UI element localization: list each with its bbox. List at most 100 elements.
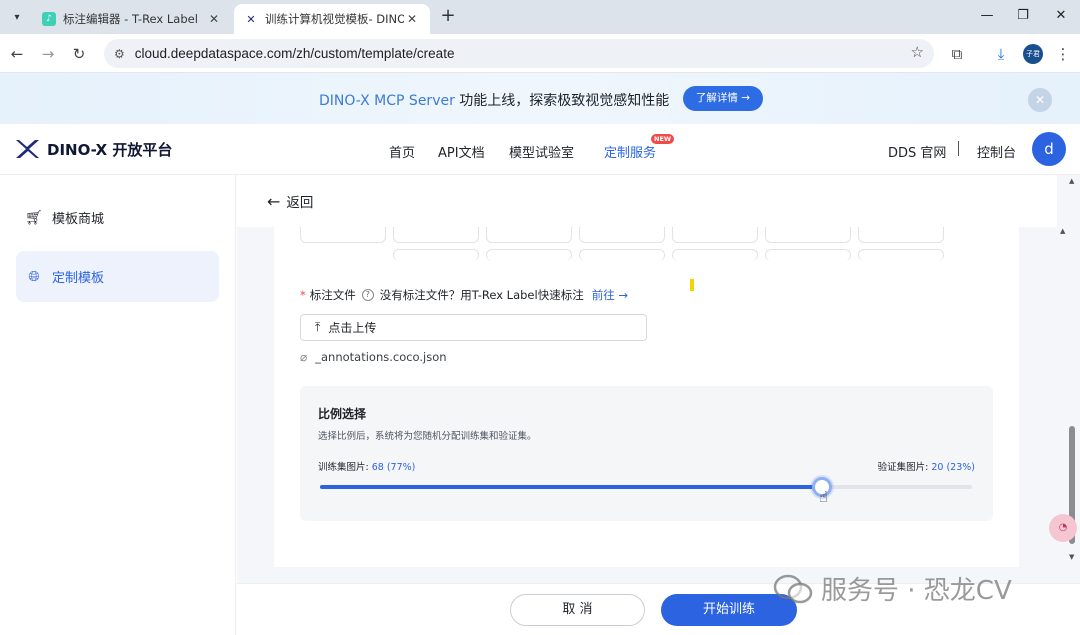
close-window-icon[interactable]: ✕	[1049, 8, 1073, 26]
sidebar-item-custom-template[interactable]: 🌐︎ 定制模板	[16, 251, 219, 302]
header-divider	[958, 141, 959, 156]
cursor-highlight-mark	[690, 279, 694, 291]
back-arrow-icon: ←	[267, 191, 281, 211]
image-thumbnail[interactable]	[672, 227, 758, 243]
sidebar-item-label: 模板商城	[52, 212, 105, 227]
bookmark-star-icon[interactable]: ☆	[911, 43, 924, 61]
restore-window-icon[interactable]: ❐	[1011, 8, 1035, 26]
extensions-puzzle-icon[interactable]: ⧉	[946, 43, 968, 65]
image-thumbnail[interactable]	[672, 249, 758, 261]
user-avatar[interactable]: d	[1032, 132, 1066, 166]
image-thumbnail[interactable]	[765, 227, 851, 243]
announcement-banner: DINO-X MCP Server 功能上线，探索极致视觉感知性能 了解详情 →…	[0, 73, 1080, 124]
browser-tab-dino-x[interactable]: ✕ 训练计算机视觉模板- DINO-X ✕	[234, 4, 430, 34]
annotation-field-label: * 标注文件 ? 没有标注文件？用T-Rex Label快速标注 前往 →	[300, 287, 628, 303]
val-set-label: 验证集图片: 20 (23%)	[878, 459, 975, 473]
ratio-title: 比例选择	[318, 407, 367, 421]
site-info-icon[interactable]: ⚙	[114, 47, 125, 61]
logo-text: DINO-X 开放平台	[47, 140, 173, 159]
nav-api-docs[interactable]: API文档	[438, 142, 485, 161]
site-logo[interactable]: DINO-X 开放平台	[14, 138, 172, 160]
dds-official-link[interactable]: DDS 官网	[888, 142, 946, 161]
close-tab-icon[interactable]: ✕	[404, 12, 420, 26]
address-bar[interactable]: ⚙ cloud.deepdataspace.com/zh/custom/temp…	[104, 39, 934, 68]
nav-custom-service[interactable]: 定制服务	[604, 142, 656, 161]
upload-button[interactable]: ⤒ 点击上传	[300, 314, 647, 341]
scroll-down-arrow-icon[interactable]: ▼	[1069, 553, 1074, 561]
required-mark: *	[300, 288, 306, 302]
scroll-up-arrow-icon[interactable]: ▲	[1060, 227, 1065, 235]
val-label-text: 验证集图片:	[877, 462, 932, 473]
download-icon[interactable]: ⤓	[990, 43, 1012, 65]
train-label-text: 训练集图片:	[318, 462, 372, 473]
dino-x-logo-icon	[16, 140, 39, 158]
reload-icon[interactable]: ↻	[68, 43, 90, 65]
paperclip-icon: ⌀	[300, 350, 308, 364]
left-sidebar: 🛒︎ 模板商城 🌐︎ 定制模板	[0, 175, 236, 635]
hand-cursor-icon: ☝︎	[819, 488, 829, 506]
scroll-up-arrow-icon[interactable]: ▲	[1069, 177, 1074, 185]
tab-search-chevron-icon[interactable]: ▾	[6, 7, 28, 27]
image-thumbnail[interactable]	[765, 249, 851, 261]
train-set-label: 训练集图片: 68 (77%)	[318, 459, 415, 473]
watermark: 服务号 · 恐龙CV	[773, 570, 1012, 607]
sidebar-item-template-store[interactable]: 🛒︎ 模板商城	[16, 192, 219, 243]
forward-arrow-icon[interactable]: →	[37, 43, 59, 65]
image-thumbnail[interactable]	[858, 227, 944, 243]
upload-icon: ⤒	[315, 320, 321, 334]
form-card: * 标注文件 ? 没有标注文件？用T-Rex Label快速标注 前往 → ⤒ …	[274, 227, 1019, 567]
back-link[interactable]: ← 返回	[237, 175, 1057, 227]
site-header: DINO-X 开放平台 首页 API文档 模型试验室 定制服务 NEW DDS …	[0, 124, 1080, 175]
file-name: _annotations.coco.json	[315, 350, 447, 364]
image-thumbnail[interactable]	[393, 249, 479, 261]
watermark-text: 服务号 · 恐龙CV	[821, 576, 1012, 606]
minimize-window-icon[interactable]: —	[975, 8, 999, 26]
floating-assistant-icon[interactable]: ◔	[1049, 514, 1077, 542]
goto-trex-link[interactable]: 前往 →	[592, 287, 628, 303]
console-link[interactable]: 控制台	[977, 142, 1016, 161]
image-thumbnail[interactable]	[393, 227, 479, 243]
nav-home[interactable]: 首页	[389, 142, 415, 161]
uploaded-file-item[interactable]: ⌀ _annotations.coco.json	[300, 350, 447, 364]
banner-highlight: DINO-X MCP Server	[319, 93, 455, 109]
trex-label-favicon-icon: ♪	[42, 12, 56, 26]
tab-title: 标注编辑器 - T-Rex Label	[63, 12, 198, 26]
close-banner-icon[interactable]: ✕	[1028, 88, 1052, 112]
help-question-icon[interactable]: ?	[361, 289, 374, 301]
browser-toolbar: ← → ↻ ⚙ cloud.deepdataspace.com/zh/custo…	[0, 34, 1080, 73]
ratio-panel: 比例选择 选择比例后，系统将为您随机分配训练集和验证集。 训练集图片: 68 (…	[300, 386, 993, 521]
image-thumbnail[interactable]	[300, 227, 386, 243]
upload-label: 点击上传	[328, 321, 377, 335]
ratio-slider[interactable]	[320, 477, 972, 497]
sidebar-item-label: 定制模板	[52, 271, 105, 286]
learn-more-button[interactable]: 了解详情 →	[683, 86, 763, 111]
browser-tab-strip: ▾ ♪ 标注编辑器 - T-Rex Label ✕ ✕ 训练计算机视觉模板- D…	[0, 0, 1080, 34]
wechat-logo-icon	[773, 574, 813, 603]
annotation-prompt: 没有标注文件？用T-Rex Label快速标注	[379, 288, 584, 302]
image-thumbnail[interactable]	[579, 227, 665, 243]
globe-icon: 🌐︎	[28, 268, 40, 285]
browser-profile-avatar[interactable]: 子君	[1023, 44, 1043, 64]
image-thumbnail[interactable]	[579, 249, 665, 261]
url-text: cloud.deepdataspace.com/zh/custom/templa…	[134, 46, 455, 61]
ratio-description: 选择比例后，系统将为您随机分配训练集和验证集。	[318, 431, 537, 442]
cancel-button[interactable]: 取 消	[510, 594, 645, 626]
back-arrow-icon[interactable]: ←	[6, 43, 28, 65]
page-scrollbar[interactable]: ▲ ▼	[1066, 175, 1080, 635]
cart-icon: 🛒︎	[25, 209, 43, 226]
banner-text: DINO-X MCP Server 功能上线，探索极致视觉感知性能	[319, 90, 669, 110]
new-tab-plus-icon[interactable]: +	[438, 7, 458, 27]
banner-message: 功能上线，探索极致视觉感知性能	[454, 93, 670, 109]
image-thumbnail[interactable]	[858, 249, 944, 261]
close-tab-icon[interactable]: ✕	[206, 12, 222, 26]
nav-model-lab[interactable]: 模型试验室	[509, 142, 574, 161]
browser-tab-trex-label[interactable]: ♪ 标注编辑器 - T-Rex Label ✕	[32, 4, 232, 34]
image-thumbnail[interactable]	[486, 249, 572, 261]
annotation-label: 标注文件	[309, 288, 356, 302]
dino-x-favicon-icon: ✕	[246, 12, 256, 26]
image-thumbnail[interactable]	[486, 227, 572, 243]
main-content: ← 返回 * 标注文件 ? 没有标注文件？用T-Rex Label快速标注 前往…	[237, 175, 1080, 635]
browser-menu-icon[interactable]: ⋮	[1052, 43, 1074, 65]
back-label: 返回	[286, 195, 314, 211]
val-value: 20 (23%)	[931, 462, 975, 473]
